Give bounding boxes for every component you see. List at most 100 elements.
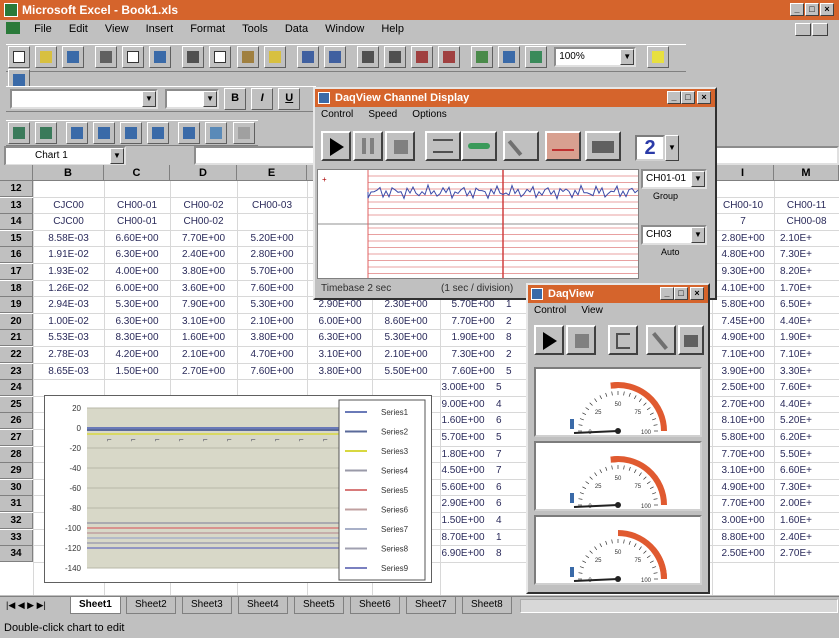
sheet-tab[interactable]: Sheet1 — [70, 597, 121, 614]
font-size-select[interactable]: ▼ — [165, 89, 220, 109]
chevron-down-icon[interactable]: ▼ — [142, 91, 156, 107]
table-cell[interactable]: 1.93E-02 — [33, 264, 104, 280]
table-cell[interactable]: CJC00 — [33, 198, 104, 214]
minimize-button[interactable]: _ — [667, 91, 681, 104]
row-header[interactable]: 16 — [0, 247, 33, 264]
sheet-tab[interactable]: Sheet4 — [238, 597, 288, 614]
chevron-down-icon[interactable]: ▼ — [620, 49, 635, 65]
format-painter-icon[interactable] — [263, 46, 286, 68]
col-header-d[interactable]: D — [170, 165, 237, 181]
daqview-channel-titlebar[interactable]: DaqView Channel Display _ □ × — [315, 89, 715, 107]
col-header-i[interactable]: I — [712, 165, 774, 181]
table-cell[interactable]: 4.00E+00 — [104, 264, 170, 280]
table-cell[interactable]: 7.45E+00 — [712, 314, 774, 330]
table-cell[interactable]: 5.30E+00 — [373, 330, 439, 346]
menu-control[interactable]: Control — [528, 303, 572, 318]
print-button[interactable] — [585, 131, 621, 161]
menu-file[interactable]: File — [27, 20, 59, 38]
cut-icon[interactable] — [182, 46, 205, 68]
table-cell[interactable]: 8.80E+00 — [712, 530, 774, 546]
doc-restore-button[interactable] — [795, 23, 811, 36]
daqview-meter-titlebar[interactable]: DaqView _ □ × — [528, 285, 708, 303]
map-icon[interactable] — [498, 46, 521, 68]
table-cell[interactable]: 2.10E+00 — [237, 314, 307, 330]
row-header[interactable]: 21 — [0, 330, 33, 347]
table-cell[interactable]: 6.20E+ — [774, 430, 839, 446]
table-cell[interactable]: 2.00E+ — [774, 496, 839, 512]
table-cell[interactable]: 3.80E+00 — [170, 264, 237, 280]
table-cell[interactable]: 7.30E+ — [774, 247, 839, 263]
table-cell[interactable]: 3.10E+00 — [307, 347, 373, 363]
table-cell[interactable]: 7.60E+00 — [237, 281, 307, 297]
chevron-down-icon[interactable]: ▼ — [691, 171, 705, 187]
table-cell[interactable] — [237, 214, 307, 230]
paste-icon[interactable] — [236, 46, 259, 68]
table-cell[interactable]: 3.60E+00 — [170, 281, 237, 297]
row-header[interactable]: 29 — [0, 463, 33, 480]
table-cell[interactable]: CH00-11 — [774, 198, 839, 214]
minimize-button[interactable]: _ — [660, 287, 674, 300]
table-cell[interactable]: 6.60E+00 — [104, 231, 170, 247]
menu-options[interactable]: Options — [406, 107, 452, 122]
bold-button[interactable]: B — [224, 88, 247, 110]
table-cell[interactable]: 5.80E+00 — [712, 430, 774, 446]
row-header[interactable]: 32 — [0, 513, 33, 529]
sort-asc-icon[interactable] — [410, 46, 433, 68]
table-cell[interactable]: 2.70E+00 — [712, 397, 774, 413]
chart-wizard-icon[interactable] — [471, 46, 493, 68]
row-header[interactable]: 22 — [0, 347, 33, 363]
table-cell[interactable]: 1.60E+ — [774, 513, 839, 529]
table-cell[interactable]: 9.00E+00 — [430, 397, 496, 413]
stop-button[interactable] — [385, 131, 415, 161]
tab-scroll-buttons[interactable]: |◀ ◀ ▶ ▶| — [6, 600, 66, 614]
table-cell[interactable]: 6 — [496, 480, 516, 496]
table-cell[interactable]: 7.70E+00 — [440, 314, 506, 330]
menu-insert[interactable]: Insert — [139, 20, 181, 38]
channel-setup-button[interactable] — [425, 131, 461, 161]
table-cell[interactable]: 7.60E+00 — [237, 364, 307, 380]
table-cell[interactable]: 1.00E-02 — [33, 314, 104, 330]
count-spin[interactable]: ▼ — [665, 135, 679, 161]
table-cell[interactable]: 7.90E+00 — [170, 297, 237, 313]
table-cell[interactable]: 6.90E+00 — [430, 546, 496, 562]
table-cell[interactable]: CH00-08 — [774, 214, 839, 230]
sheet-tab[interactable]: Sheet7 — [406, 597, 456, 614]
underline-button[interactable]: U — [278, 88, 301, 110]
table-cell[interactable]: 7.30E+00 — [440, 347, 506, 363]
table-cell[interactable]: 5.70E+00 — [430, 430, 496, 446]
chart-format-icon[interactable] — [232, 122, 255, 144]
copy-icon[interactable] — [209, 46, 232, 68]
table-cell[interactable]: CH00-01 — [104, 198, 170, 214]
table-cell[interactable]: 1.50E+00 — [104, 364, 170, 380]
row-header[interactable]: 24 — [0, 380, 33, 397]
table-cell[interactable]: 2.50E+00 — [712, 546, 774, 562]
col-header-c[interactable]: C — [104, 165, 170, 181]
table-cell[interactable]: 6.30E+00 — [104, 314, 170, 330]
close-button[interactable]: × — [697, 91, 711, 104]
channel1-select[interactable]: CH01-01 ▼ — [641, 169, 707, 189]
table-cell[interactable]: 6.50E+ — [774, 297, 839, 313]
table-cell[interactable]: 5.50E+ — [774, 447, 839, 463]
table-cell[interactable]: 4.80E+00 — [712, 247, 774, 263]
table-cell[interactable]: 8.60E+00 — [373, 314, 439, 330]
sheet-tab[interactable]: Sheet8 — [462, 597, 512, 614]
table-cell[interactable]: 4.40E+ — [774, 314, 839, 330]
row-header[interactable]: 19 — [0, 297, 33, 314]
play-button[interactable] — [534, 325, 564, 355]
table-cell[interactable]: 1.91E-02 — [33, 247, 104, 263]
table-cell[interactable]: 2 — [506, 314, 526, 330]
table-cell[interactable]: 4.70E+00 — [237, 347, 307, 363]
tipwizard-icon[interactable] — [647, 46, 670, 68]
horizontal-scrollbar[interactable] — [520, 599, 838, 613]
probe-button[interactable] — [646, 325, 676, 355]
menu-control[interactable]: Control — [315, 107, 359, 122]
table-cell[interactable]: 2.40E+ — [774, 530, 839, 546]
table-cell[interactable]: 1.50E+00 — [430, 513, 496, 529]
table-cell[interactable]: 4.90E+00 — [712, 480, 774, 496]
table-cell[interactable]: 6.00E+00 — [307, 314, 373, 330]
row-header[interactable]: 25 — [0, 396, 33, 413]
table-cell[interactable]: 6.30E+00 — [307, 330, 373, 346]
sheet-tab[interactable]: Sheet2 — [126, 597, 176, 614]
menu-help[interactable]: Help — [374, 20, 411, 38]
row-header[interactable]: 27 — [0, 430, 33, 446]
